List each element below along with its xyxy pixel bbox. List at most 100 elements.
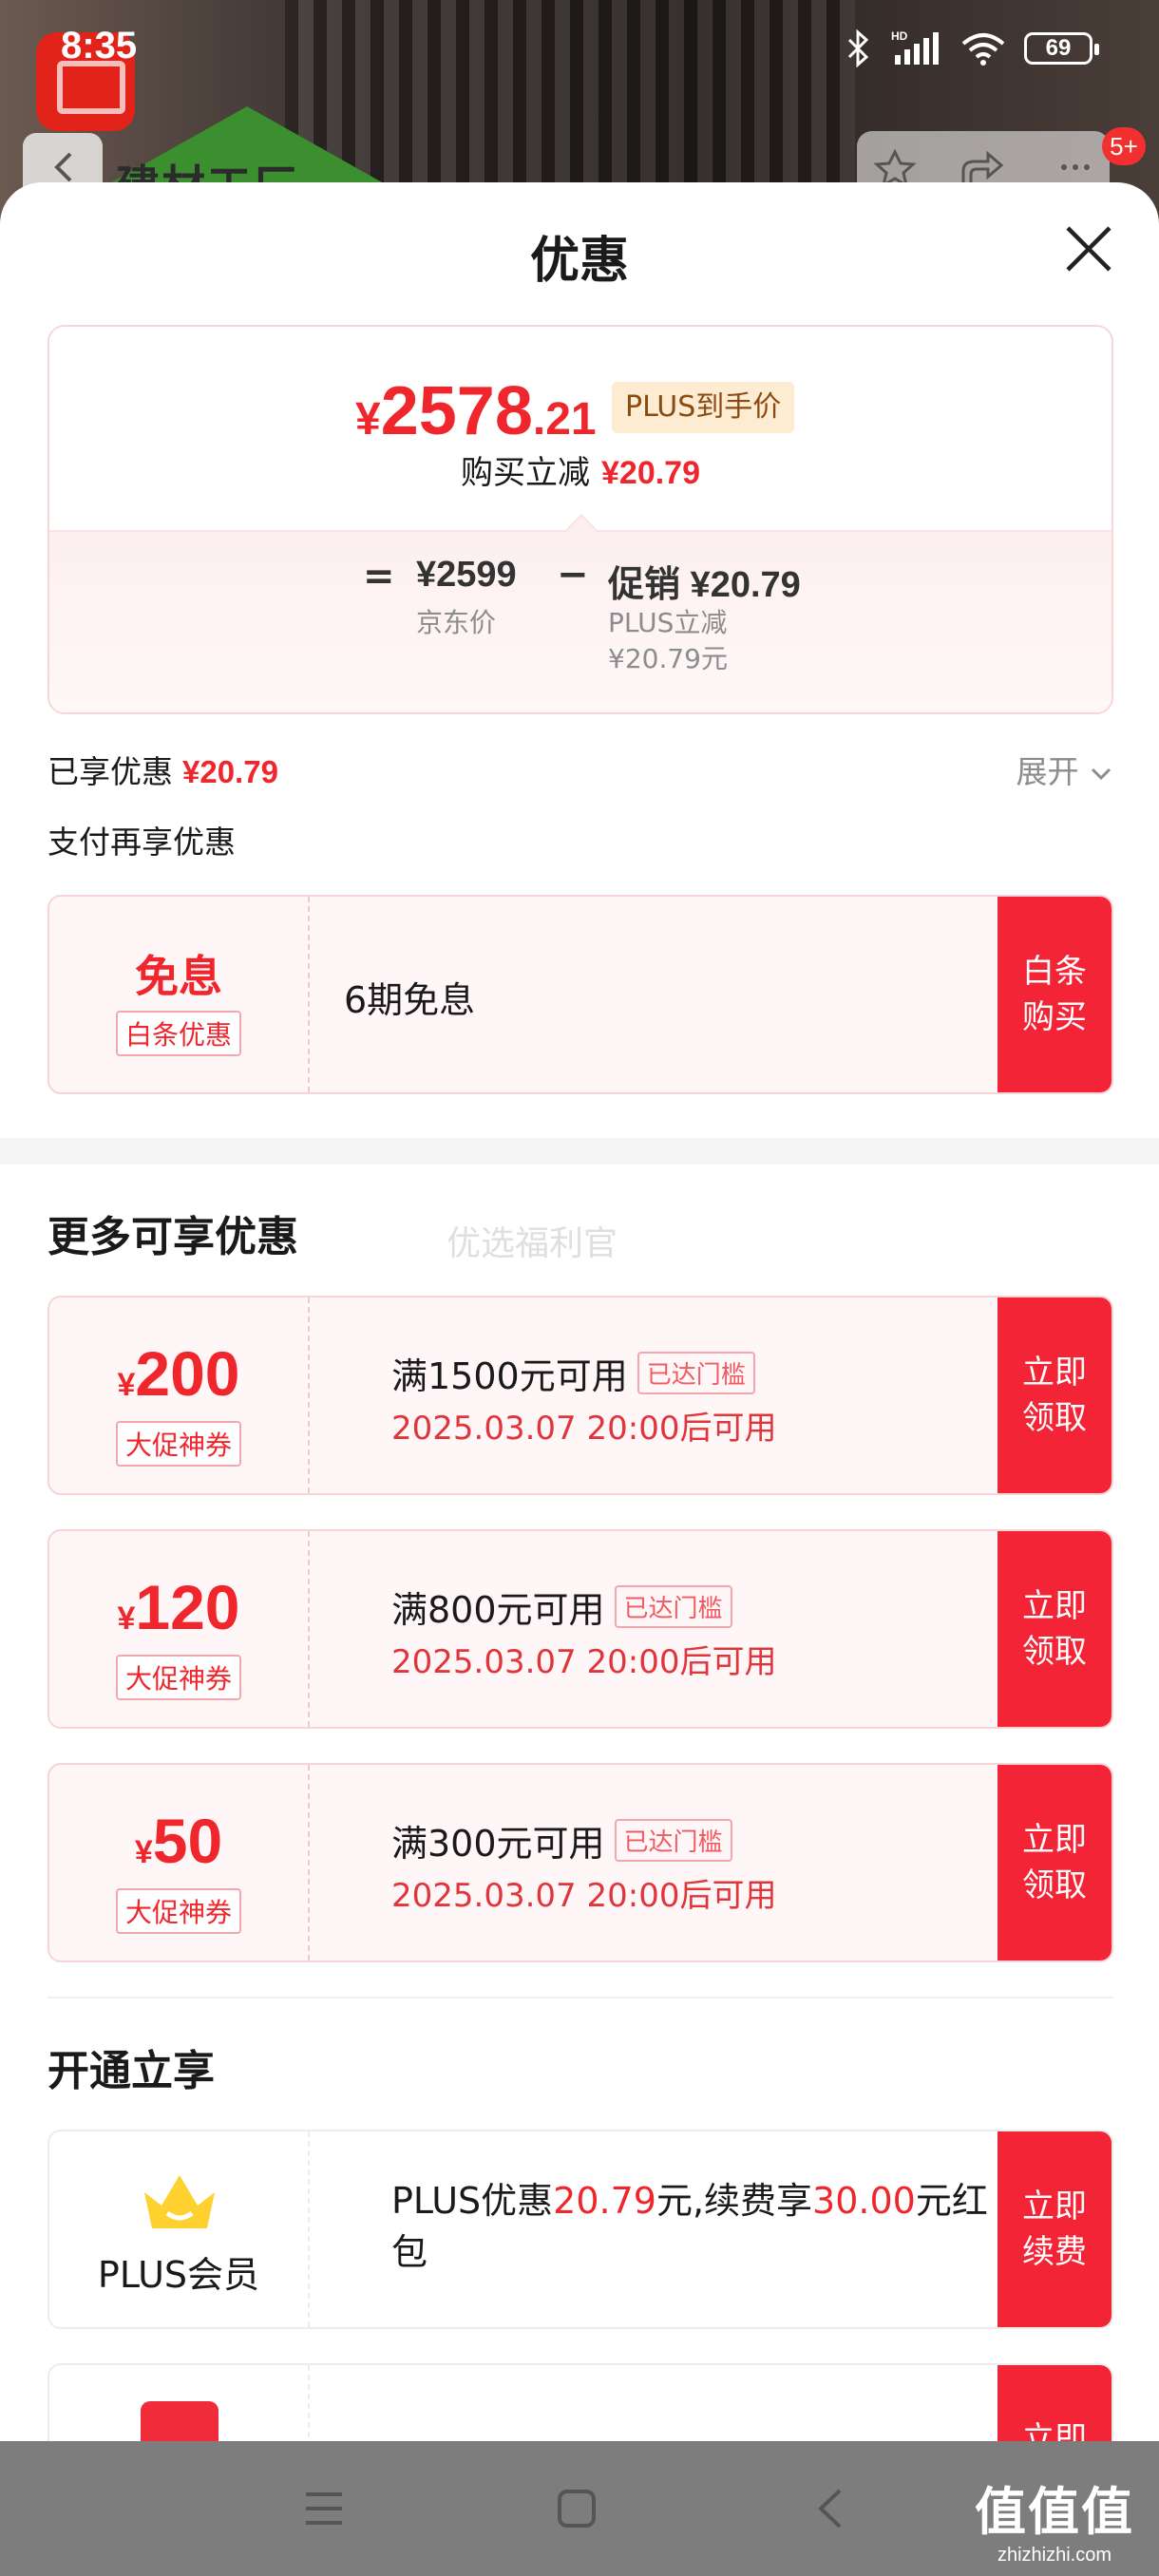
back-nav-icon[interactable] — [809, 2487, 853, 2530]
coupon-condition-text: 满800元可用 — [391, 1589, 605, 1631]
status-bar: 8:35 HD 69 — [0, 0, 1159, 104]
jd-price: ¥2599 — [416, 555, 517, 595]
renew-plus-button[interactable]: 立即 续费 — [998, 2131, 1112, 2327]
next-action-line1: 立即 — [1022, 2420, 1087, 2441]
coupon-mid: 满1500元可用 已达门槛 2025.03.07 20:00后可用 — [310, 1297, 999, 1493]
final-price-decimal: .21 — [532, 394, 597, 445]
threshold-reached-tag: 已达门槛 — [614, 1585, 732, 1628]
back-arrow-icon — [54, 152, 72, 182]
claim-line2: 领取 — [1022, 1399, 1087, 1437]
coupon-tag: 大促神券 — [115, 1421, 241, 1467]
more-discount-title: 更多可享优惠 — [48, 1213, 298, 1261]
baitiao-buy-button[interactable]: 白条 购买 — [998, 897, 1112, 1092]
renew-line1: 立即 — [1022, 2188, 1087, 2226]
plus-amount-2: 30.00 — [812, 2180, 916, 2222]
wifi-icon — [961, 33, 1005, 66]
next-offer-button[interactable]: 立即 — [998, 2365, 1112, 2441]
equals-sign: = — [363, 555, 395, 598]
coupon-left: ¥120 大促神券 — [49, 1531, 310, 1727]
promo-sub-value: ¥20.79元 — [608, 643, 728, 674]
baitiao-desc: 6期免息 — [344, 979, 476, 1021]
expand-button[interactable]: 展开 — [1016, 747, 1114, 792]
claim-line2: 领取 — [1022, 1633, 1087, 1671]
coupon-left: ¥50 大促神券 — [49, 1765, 310, 1960]
claim-line1: 立即 — [1022, 1354, 1087, 1392]
claim-coupon-button[interactable]: 立即 领取 — [998, 1765, 1112, 1960]
coupon-tag-wrap: 大促神券 — [49, 1888, 308, 1934]
chevron-down-icon — [1091, 767, 1112, 781]
jd-app-icon — [141, 2401, 218, 2441]
promo-amount: 促销 ¥20.79 — [608, 565, 801, 605]
coupon-available-time: 2025.03.07 20:00后可用 — [391, 1410, 777, 1448]
coupon-tag-wrap: 大促神券 — [49, 1421, 308, 1467]
message-badge: 5+ — [1102, 127, 1146, 165]
baitiao-title: 免息 — [135, 951, 222, 1002]
final-price: ¥2578.21 — [355, 372, 597, 450]
coupon-left: ¥200 大促神券 — [49, 1297, 310, 1493]
baitiao-tag-wrap: 白条优惠 — [49, 1011, 308, 1056]
price-breakdown: = ¥2599 京东价 − 促销 ¥20.79 PLUS立减 ¥20.79元 — [49, 530, 1112, 712]
plus-mid: PLUS优惠20.79元,续费享30.00元红包 — [310, 2131, 999, 2327]
close-icon[interactable] — [1062, 222, 1115, 275]
enjoyed-discount: 已享优惠 ¥20.79 — [48, 747, 278, 792]
svg-text:HD: HD — [891, 29, 908, 43]
menu-icon[interactable] — [302, 2487, 346, 2530]
coupon-currency: ¥ — [117, 1601, 136, 1637]
plus-desc-1: PLUS优惠 — [391, 2180, 554, 2222]
status-icons: HD 69 — [844, 28, 1099, 68]
enjoyed-label: 已享优惠 — [48, 753, 173, 790]
coupon-condition: 满800元可用 已达门槛 — [391, 1581, 732, 1633]
coupon-condition: 满300元可用 已达门槛 — [391, 1814, 732, 1866]
coupon-amount: ¥120 — [49, 1571, 308, 1643]
open-membership-title: 开通立享 — [48, 2047, 215, 2095]
plus-amount-1: 20.79 — [553, 2180, 656, 2222]
price-top: ¥2578.21 PLUS到手价 购买立减 ¥20.79 — [49, 327, 1112, 530]
baitiao-action-line2: 购买 — [1022, 998, 1087, 1036]
site-watermark-logo: 值值值 — [975, 2482, 1134, 2542]
final-price-integer: 2578 — [380, 373, 533, 449]
plus-description: PLUS优惠20.79元,续费享30.00元红包 — [391, 2175, 999, 2278]
reduction-label: 购买立减 — [461, 454, 590, 492]
expand-label: 展开 — [1016, 753, 1079, 790]
baitiao-left: 免息 白条优惠 — [49, 897, 310, 1092]
currency-symbol: ¥ — [355, 394, 381, 445]
coupon-amount: ¥200 — [49, 1337, 308, 1410]
site-watermark: 值值值 zhizhizhi.com — [975, 2470, 1134, 2567]
threshold-reached-tag: 已达门槛 — [636, 1352, 755, 1394]
more-icon — [1061, 164, 1067, 170]
claim-line1: 立即 — [1022, 1821, 1087, 1859]
claim-coupon-button[interactable]: 立即 领取 — [998, 1531, 1112, 1727]
enjoyed-discount-row: 已享优惠 ¥20.79 展开 — [48, 747, 1113, 794]
threshold-reached-tag: 已达门槛 — [614, 1819, 732, 1862]
coupon-condition: 满1500元可用 已达门槛 — [391, 1347, 755, 1399]
enjoyed-value: ¥20.79 — [182, 754, 278, 789]
claim-line1: 立即 — [1022, 1587, 1087, 1625]
status-time: 8:35 — [61, 25, 138, 66]
coupon-condition-text: 满300元可用 — [391, 1823, 605, 1865]
coupon-card: ¥120 大促神券 满800元可用 已达门槛 2025.03.07 20:00后可… — [48, 1529, 1113, 1729]
bluetooth-icon — [847, 28, 869, 68]
section-divider-line — [48, 1997, 1113, 1998]
plus-price-tag: PLUS到手价 — [612, 382, 795, 433]
sheet-title: 优惠 — [529, 233, 629, 290]
claim-coupon-button[interactable]: 立即 领取 — [998, 1297, 1112, 1493]
next-left — [49, 2365, 310, 2441]
claim-line2: 领取 — [1022, 1866, 1087, 1904]
reduction-value: ¥20.79 — [601, 455, 700, 491]
coupon-value: 200 — [135, 1338, 240, 1409]
coupon-tag: 大促神券 — [115, 1888, 241, 1934]
promo-sub-label: PLUS立减 — [608, 607, 728, 638]
coupon-condition-text: 满1500元可用 — [391, 1355, 628, 1397]
coupon-value: 50 — [152, 1806, 223, 1876]
baitiao-mid: 6期免息 — [310, 897, 999, 1092]
coupon-mid: 满800元可用 已达门槛 2025.03.07 20:00后可用 — [310, 1531, 999, 1727]
coupon-tag-wrap: 大促神券 — [49, 1655, 308, 1700]
baitiao-card: 免息 白条优惠 6期免息 白条 购买 — [48, 895, 1113, 1094]
home-icon[interactable] — [555, 2487, 598, 2530]
next-offer-card: 立即 — [48, 2363, 1113, 2441]
jd-price-label: 京东价 — [416, 607, 497, 638]
coupon-mid: 满300元可用 已达门槛 2025.03.07 20:00后可用 — [310, 1765, 999, 1960]
star-icon — [873, 148, 917, 189]
plus-left: PLUS会员 — [49, 2131, 310, 2327]
site-watermark-url: zhizhizhi.com — [997, 2545, 1112, 2566]
